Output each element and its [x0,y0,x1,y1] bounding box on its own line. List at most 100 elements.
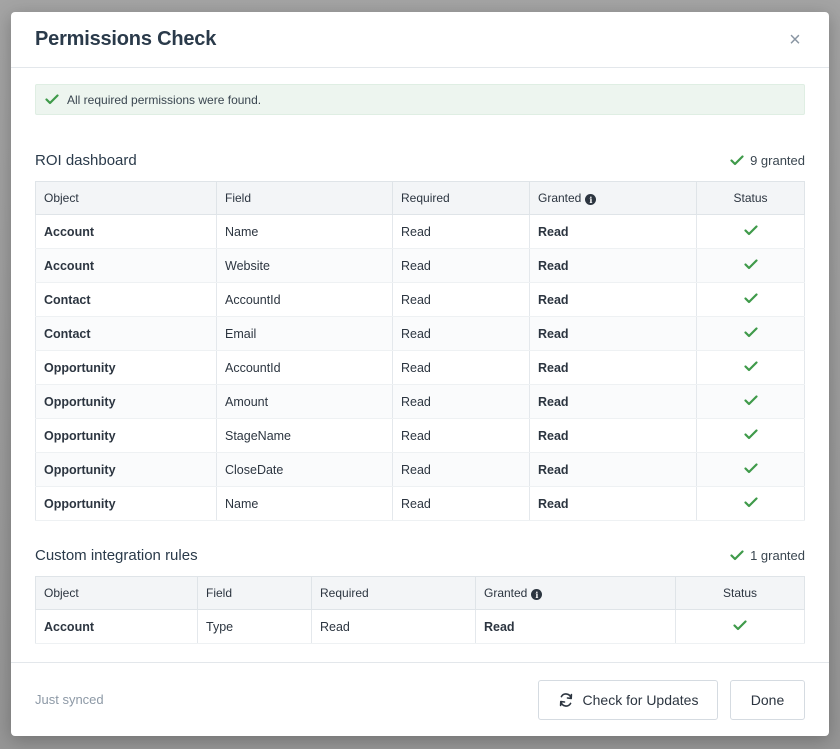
cell-object: Contact [35,316,217,351]
column-header-granted-label: Granted [538,190,582,205]
cell-object: Opportunity [35,350,217,385]
cell-status [696,486,805,521]
table-row: Contact Email Read Read [35,316,805,351]
granted-count-label: 9 granted [750,152,805,168]
section-header-roi: ROI dashboard 9 granted [35,149,805,171]
cell-status [696,214,805,249]
check-icon [743,496,758,511]
table-row: Account Website Read Read [35,248,805,283]
cell-field: Amount [216,384,393,419]
cell-field: CloseDate [216,452,393,487]
check-icon [733,619,747,634]
info-icon[interactable]: i [585,194,597,206]
cell-status [696,452,805,487]
cell-status [675,609,805,644]
permissions-dialog: Permissions Check × All required permiss… [11,12,829,736]
column-header-granted-label: Granted [484,585,528,600]
cell-granted: Read [529,248,697,283]
cell-object: Opportunity [35,486,217,521]
check-icon [730,549,744,561]
cell-required: Read [392,486,530,521]
column-header-field: Field [197,576,312,610]
cell-required: Read [392,350,530,385]
column-header-required: Required [311,576,476,610]
granted-count: 1 granted [730,548,805,563]
cell-required: Read [392,214,530,249]
column-header-required: Required [392,181,530,215]
table-row: Account Name Read Read [35,214,805,249]
cell-granted: Read [529,452,697,487]
cell-object: Opportunity [35,452,217,487]
cell-required: Read [392,316,530,351]
refresh-icon [558,692,574,708]
table-header-row: Object Field Required Granted i Status [35,576,805,610]
granted-count-label: 1 granted [750,547,805,563]
table-row: Account Type Read Read [35,609,805,644]
table-row: Opportunity Name Read Read [35,486,805,521]
table-header-row: Object Field Required Granted i Status [35,181,805,215]
dialog-title: Permissions Check [35,28,217,50]
check-for-updates-button[interactable]: Check for Updates [538,679,718,720]
dialog-footer: Just synced Check for Updates Done [11,662,829,736]
check-icon [730,154,744,166]
cell-object: Account [35,214,217,249]
cell-granted: Read [529,316,697,351]
cell-granted: Read [529,350,697,385]
cell-status [696,282,805,317]
footer-actions: Check for Updates Done [538,679,805,720]
cell-granted: Read [529,418,697,453]
check-icon [45,94,59,105]
permissions-table-custom: Object Field Required Granted i Status Ac… [35,576,805,644]
table-row: Contact AccountId Read Read [35,282,805,317]
sync-status: Just synced [35,692,104,707]
cell-granted: Read [529,214,697,249]
check-icon [743,428,758,443]
cell-object: Contact [35,282,217,317]
info-icon[interactable]: i [531,589,543,601]
cell-field: Email [216,316,393,351]
cell-status [696,350,805,385]
cell-required: Read [392,384,530,419]
cell-required: Read [392,452,530,487]
table-body: Account Name Read Read Account Website Read Rea… [35,214,805,521]
section-title: ROI dashboard [35,151,137,169]
table-row: Opportunity StageName Read Read [35,418,805,453]
success-alert: All required permissions were found. [35,84,805,115]
cell-field: Type [197,609,312,644]
cell-object: Account [35,609,198,644]
column-header-granted: Granted i [529,181,697,215]
cell-field: AccountId [216,282,393,317]
cell-required: Read [311,609,476,644]
cell-granted: Read [529,282,697,317]
check-icon [743,394,758,409]
check-for-updates-label: Check for Updates [582,691,699,708]
cell-object: Account [35,248,217,283]
cell-field: AccountId [216,350,393,385]
cell-granted: Read [529,384,697,419]
done-button[interactable]: Done [730,679,805,720]
column-header-status: Status [675,576,805,610]
column-header-object: Object [35,576,198,610]
section-header-custom: Custom integration rules 1 granted [35,544,805,566]
cell-object: Opportunity [35,418,217,453]
cell-object: Opportunity [35,384,217,419]
check-icon [743,224,758,239]
close-icon[interactable]: × [785,30,805,50]
column-header-object: Object [35,181,217,215]
cell-granted: Read [529,486,697,521]
cell-field: Name [216,486,393,521]
cell-required: Read [392,248,530,283]
check-icon [743,326,758,341]
check-icon [743,258,758,273]
cell-status [696,384,805,419]
cell-required: Read [392,282,530,317]
cell-required: Read [392,418,530,453]
table-row: Opportunity AccountId Read Read [35,350,805,385]
table-body: Account Type Read Read [35,609,805,644]
table-row: Opportunity CloseDate Read Read [35,452,805,487]
cell-field: StageName [216,418,393,453]
cell-status [696,248,805,283]
alert-message: All required permissions were found. [67,92,262,107]
cell-field: Website [216,248,393,283]
granted-count: 9 granted [730,153,805,168]
